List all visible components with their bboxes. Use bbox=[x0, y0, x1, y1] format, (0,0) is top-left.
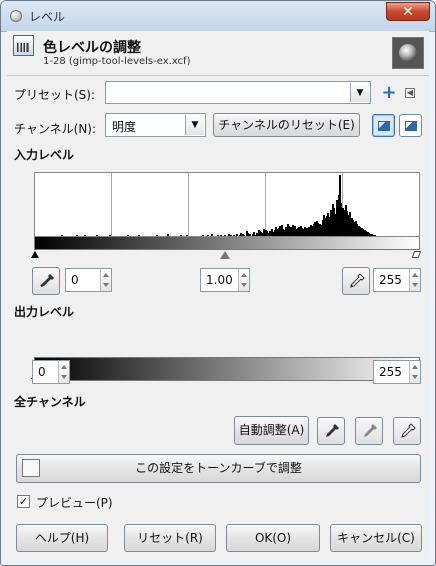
all-channels-title: 全チャンネル bbox=[14, 395, 86, 409]
input-gamma-spinbutton[interactable]: 1.00 bbox=[200, 268, 250, 292]
output-levels-title: 出力レベル bbox=[14, 305, 75, 319]
preset-select[interactable]: ▼ bbox=[105, 81, 371, 104]
preview-checkbox[interactable]: ✓ bbox=[17, 495, 30, 508]
linear-histogram-icon bbox=[378, 121, 390, 131]
input-black-value: 0 bbox=[71, 273, 79, 287]
histogram-bar bbox=[374, 235, 376, 236]
input-white-value: 255 bbox=[379, 273, 402, 287]
output-black-value: 0 bbox=[38, 365, 46, 379]
histogram-bar bbox=[224, 235, 226, 236]
spin-arrows-icon[interactable] bbox=[409, 361, 420, 383]
histogram-bar bbox=[156, 235, 158, 236]
eyedropper-icon bbox=[401, 423, 416, 438]
dialog-content: 色レベルの調整 1-28 (gimp-tool-levels-ex.xcf) プ… bbox=[7, 31, 429, 559]
add-preset-icon[interactable]: + bbox=[381, 84, 397, 102]
image-thumbnail bbox=[392, 37, 424, 69]
histogram-bar bbox=[236, 234, 238, 236]
app-icon bbox=[10, 10, 22, 22]
levels-icon bbox=[13, 35, 34, 56]
eyedropper-icon bbox=[350, 273, 365, 288]
adjust-in-curves-label: この設定をトーンカーブで調整 bbox=[135, 461, 302, 475]
preset-label: プリセット(S): bbox=[14, 88, 96, 102]
pick-black-point-button[interactable] bbox=[32, 267, 60, 295]
channel-label: チャンネル(N): bbox=[14, 122, 97, 136]
histogram-bar bbox=[207, 235, 209, 236]
chevron-down-icon: ▼ bbox=[350, 83, 369, 102]
spin-arrows-icon[interactable] bbox=[238, 269, 249, 291]
image-subtitle: 1-28 (gimp-tool-levels-ex.xcf) bbox=[43, 56, 191, 67]
reset-channel-button[interactable]: チャンネルのリセット(E) bbox=[213, 113, 360, 137]
histogram-grid-line bbox=[265, 173, 266, 236]
histogram-bar bbox=[61, 235, 63, 236]
dialog-heading: 色レベルの調整 bbox=[43, 40, 141, 56]
histogram-bar bbox=[243, 235, 245, 236]
linear-histogram-toggle[interactable] bbox=[372, 114, 395, 137]
spin-arrows-icon[interactable] bbox=[409, 269, 420, 291]
ok-button[interactable]: OK(O) bbox=[226, 524, 320, 552]
input-gamma-value: 1.00 bbox=[206, 273, 233, 287]
output-black-spinbutton[interactable]: 0 bbox=[32, 360, 70, 384]
pick-white-point-button[interactable] bbox=[342, 267, 370, 295]
levels-dialog: レベル ✕ 色レベルの調整 1-28 (gimp-tool-levels-ex.… bbox=[0, 0, 436, 566]
histogram-bar bbox=[138, 235, 140, 236]
header-separator bbox=[7, 75, 429, 76]
histogram-bar bbox=[233, 235, 235, 236]
channel-select[interactable]: 明度 ▼ bbox=[105, 113, 206, 137]
help-button[interactable]: ヘルプ(H) bbox=[16, 524, 108, 552]
histogram-bar bbox=[202, 235, 204, 236]
chevron-down-icon: ▼ bbox=[185, 115, 204, 135]
histogram-grid-line bbox=[188, 173, 189, 236]
preset-menu-icon[interactable]: ◀ bbox=[405, 88, 415, 98]
output-gradient bbox=[34, 357, 420, 381]
histogram-bar bbox=[217, 235, 219, 236]
eyedropper-icon bbox=[40, 274, 54, 287]
spin-arrows-icon[interactable] bbox=[58, 361, 69, 383]
output-white-spinbutton[interactable]: 255 bbox=[373, 360, 421, 384]
black-point-slider[interactable] bbox=[31, 251, 39, 258]
histogram-bar bbox=[230, 235, 232, 236]
input-black-spinbutton[interactable]: 0 bbox=[65, 268, 112, 292]
auto-adjust-button[interactable]: 自動調整(A) bbox=[234, 416, 309, 445]
input-white-spinbutton[interactable]: 255 bbox=[373, 268, 421, 292]
histogram-bar bbox=[167, 234, 169, 236]
histogram-bar bbox=[211, 234, 213, 236]
histogram-bar bbox=[180, 235, 182, 236]
histogram-bar bbox=[127, 235, 129, 236]
pick-black-button[interactable] bbox=[317, 417, 345, 445]
reset-button[interactable]: リセット(R) bbox=[124, 524, 216, 552]
logarithmic-histogram-icon bbox=[405, 121, 417, 131]
histogram-bar bbox=[96, 235, 98, 236]
input-gradient bbox=[34, 237, 420, 250]
output-white-value: 255 bbox=[379, 365, 402, 379]
curves-icon bbox=[22, 459, 40, 477]
histogram-bar bbox=[109, 235, 111, 236]
cancel-button[interactable]: キャンセル(C) bbox=[330, 524, 422, 552]
eyedropper-icon bbox=[326, 424, 339, 437]
histogram-bar bbox=[249, 234, 251, 236]
input-levels-title: 入力レベル bbox=[14, 148, 75, 162]
histogram-bar bbox=[84, 235, 86, 236]
input-histogram bbox=[34, 172, 420, 237]
channel-value: 明度 bbox=[112, 120, 137, 134]
logarithmic-histogram-toggle[interactable] bbox=[399, 114, 422, 137]
adjust-in-curves-button[interactable]: この設定をトーンカーブで調整 bbox=[16, 454, 421, 483]
spin-arrows-icon[interactable] bbox=[100, 269, 111, 291]
eyedropper-icon bbox=[364, 424, 377, 437]
histogram-bar bbox=[186, 235, 188, 236]
histogram-bar bbox=[76, 235, 78, 236]
window-title: レベル bbox=[29, 10, 66, 24]
pick-gray-button[interactable] bbox=[355, 417, 383, 445]
preview-label: プレビュー(P) bbox=[36, 496, 113, 510]
gamma-slider[interactable] bbox=[220, 251, 230, 259]
histogram-grid-line bbox=[111, 173, 112, 236]
histogram-bar bbox=[220, 235, 222, 236]
title-bar: レベル ✕ bbox=[1, 1, 435, 32]
close-button[interactable]: ✕ bbox=[386, 2, 430, 21]
pick-white-button[interactable] bbox=[393, 417, 421, 445]
white-point-slider[interactable] bbox=[411, 251, 422, 258]
